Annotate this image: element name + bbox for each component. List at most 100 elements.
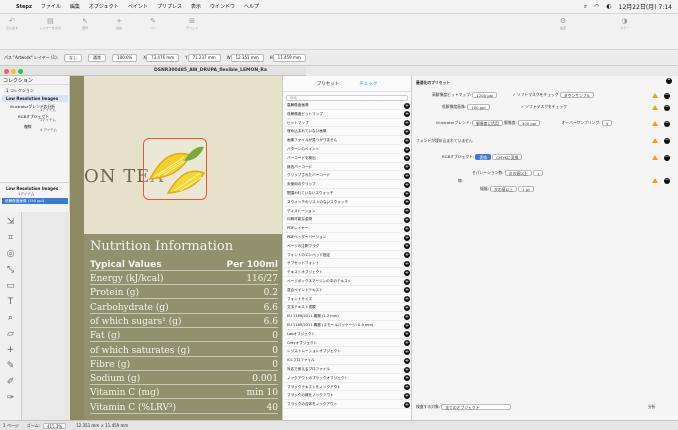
- toolbar-undo-button[interactable]: ↶ 元に戻す: [6, 17, 18, 30]
- remove-check-button[interactable]: −: [664, 93, 670, 99]
- toolbar-select-button[interactable]: ↖ 選択: [82, 17, 88, 30]
- preflight-list-item[interactable]: 混合ペイントテキスト +: [285, 287, 411, 295]
- menu-clock[interactable]: 12月22日(月) 7:14: [619, 2, 672, 11]
- preflight-list-item[interactable]: バーコードを検出 +: [285, 155, 411, 163]
- document-canvas[interactable]: ON TEA Nutrition Information Typical Val…: [70, 76, 282, 420]
- add-check-icon[interactable]: +: [404, 313, 410, 320]
- menu-view[interactable]: 表示: [191, 3, 201, 10]
- zoom-window-button[interactable]: [18, 69, 23, 74]
- toolbar-layers-button[interactable]: ▤ レイヤーを表示: [40, 17, 61, 30]
- preflight-list-item[interactable]: 間違われていないスウォッチ +: [285, 190, 411, 198]
- shape-tool-icon[interactable]: ▱: [3, 328, 18, 341]
- add-check-icon[interactable]: +: [404, 304, 410, 311]
- zoom-tool-icon[interactable]: ⌕: [3, 312, 18, 325]
- preflight-list-item[interactable]: PDFレイヤー +: [285, 225, 411, 234]
- lo-res-check[interactable]: ✓ ソフトマスクをチェック: [521, 104, 567, 109]
- add-check-icon[interactable]: +: [404, 252, 410, 259]
- add-check-icon[interactable]: +: [404, 296, 410, 303]
- add-check-icon[interactable]: +: [404, 128, 410, 135]
- page-indicator[interactable]: 1 ページ: [3, 423, 19, 429]
- preflight-list-item[interactable]: フォントサイズ +: [285, 296, 411, 304]
- add-check-icon[interactable]: +: [404, 102, 410, 109]
- settings-options-icon[interactable]: •: [666, 78, 672, 84]
- preflight-list-item[interactable]: ディストーション +: [285, 208, 411, 216]
- rgb-convert-button[interactable]: 変換: [475, 154, 492, 160]
- preflight-list-item[interactable]: スウォッチのリストのないスウォッチ +: [285, 199, 411, 207]
- menu-paint[interactable]: ペイント: [128, 3, 148, 10]
- add-check-icon[interactable]: +: [404, 234, 410, 241]
- text-tool-icon[interactable]: T: [3, 296, 18, 309]
- remove-check-button[interactable]: −: [664, 155, 670, 161]
- lowres-item[interactable]: 低解像度画像 (150 ppi): [2, 198, 68, 204]
- preflight-list-item[interactable]: 未使用のクリップ +: [285, 181, 411, 190]
- height-field[interactable]: 11.459 mm: [272, 53, 306, 62]
- remove-check-button[interactable]: −: [664, 138, 670, 144]
- preflight-list-item[interactable]: Grayオブジェクト +: [285, 340, 411, 348]
- analyze-select[interactable]: 分析: [648, 404, 678, 410]
- add-check-icon[interactable]: +: [404, 146, 410, 153]
- oversampling-field[interactable]: 4: [601, 120, 613, 126]
- preflight-list-item[interactable]: ブラックテキストをノックアウト +: [285, 384, 411, 392]
- x-field[interactable]: 73.476 mm: [146, 53, 180, 62]
- add-check-icon[interactable]: +: [404, 225, 410, 232]
- preflight-list-item[interactable]: 画像ファイルが見つかりません +: [285, 137, 411, 146]
- lo-res-field[interactable]: 100 ppi: [467, 104, 490, 110]
- collection-item-lines[interactable]: 複線: [24, 124, 32, 130]
- add-check-icon[interactable]: +: [404, 120, 410, 127]
- add-check-icon[interactable]: +: [404, 243, 410, 250]
- add-check-icon[interactable]: +: [404, 392, 410, 399]
- add-check-icon[interactable]: +: [404, 155, 410, 162]
- preflight-list-item[interactable]: テキストオブジェクト +: [285, 269, 411, 278]
- opacity-field[interactable]: 100.0%: [112, 53, 138, 62]
- preflight-list-item[interactable]: 埋め込まれていない画像 +: [285, 128, 411, 137]
- separation-op-select[interactable]: 次の値以上: [504, 170, 532, 176]
- direct-select-tool-icon[interactable]: ⌗: [3, 232, 18, 245]
- preflight-list-item[interactable]: 文字テキスト書類 +: [285, 304, 411, 313]
- menu-window[interactable]: ウインドウ: [210, 3, 235, 10]
- preflight-list-item[interactable]: フォントのエンベッド指定 +: [285, 252, 411, 260]
- eyedropper-tool-icon[interactable]: ✑: [3, 392, 18, 405]
- add-check-icon[interactable]: +: [404, 172, 410, 179]
- tab-preset[interactable]: プリセット: [317, 81, 340, 87]
- add-check-icon[interactable]: +: [404, 366, 410, 373]
- menu-app-name[interactable]: Stepz: [16, 4, 32, 10]
- add-check-icon[interactable]: +: [404, 111, 410, 118]
- line-width-op-select[interactable]: 次の値以上: [490, 186, 518, 192]
- add-check-icon[interactable]: +: [404, 181, 410, 188]
- preflight-list-item[interactable]: ページの注釈フラグ +: [285, 243, 411, 251]
- preflight-list-item[interactable]: レジストレーションオブジェクト +: [285, 348, 411, 357]
- separation-value-field[interactable]: 1: [533, 170, 544, 176]
- preflight-list-item[interactable]: ブラックの合体をノックアウト +: [285, 401, 411, 410]
- add-check-icon[interactable]: +: [404, 357, 410, 364]
- tab-check[interactable]: チェック: [359, 81, 377, 87]
- preflight-list-item[interactable]: ノックアウトのブラックオブジェクト +: [285, 375, 411, 383]
- menu-help[interactable]: ヘルプ: [244, 3, 259, 10]
- add-check-icon[interactable]: +: [404, 208, 410, 215]
- collection-item-lowres[interactable]: Low Resolution Images: [2, 95, 68, 102]
- downsample-button[interactable]: ダウンサンプル: [559, 92, 595, 98]
- preflight-list-item[interactable]: Labオブジェクト +: [285, 331, 411, 339]
- toolbar-add-button[interactable]: + 追加: [116, 17, 122, 30]
- add-tool-icon[interactable]: +: [3, 344, 18, 357]
- control-center-icon[interactable]: ◐: [606, 3, 611, 10]
- brush-tool-icon[interactable]: ✐: [3, 376, 18, 389]
- illustrator-mode-select[interactable]: 解像度に応用: [472, 120, 503, 126]
- preflight-list-item[interactable]: ICCプロファイル +: [285, 357, 411, 366]
- menu-file[interactable]: ファイル: [41, 3, 61, 10]
- preflight-list-item[interactable]: EU 1169/2011 義務 (スモールパッケージ: 0.9 mm) +: [285, 322, 411, 330]
- preflight-list-item[interactable]: 対応で使えるプロファイル +: [285, 366, 411, 374]
- wifi-icon[interactable]: ◠: [594, 3, 599, 10]
- close-window-button[interactable]: [4, 69, 9, 74]
- hi-res-check[interactable]: ✓ ソフトマスクをチェック: [512, 92, 558, 97]
- preflight-list-item[interactable]: ビットマップ +: [285, 120, 411, 128]
- add-check-icon[interactable]: +: [404, 278, 410, 285]
- add-check-icon[interactable]: +: [404, 401, 410, 408]
- add-check-icon[interactable]: +: [404, 269, 410, 276]
- illustrator-res-field[interactable]: 300 ppi: [517, 120, 541, 126]
- preflight-list-item[interactable]: サブセットフォント +: [285, 260, 411, 269]
- remove-check-button[interactable]: −: [664, 121, 670, 127]
- rectangle-tool-icon[interactable]: ▭: [3, 280, 18, 293]
- toolbar-grid-button[interactable]: ⊞ グリッド: [186, 17, 198, 30]
- menu-edit[interactable]: 編集: [70, 3, 80, 10]
- remove-check-button[interactable]: −: [664, 105, 670, 111]
